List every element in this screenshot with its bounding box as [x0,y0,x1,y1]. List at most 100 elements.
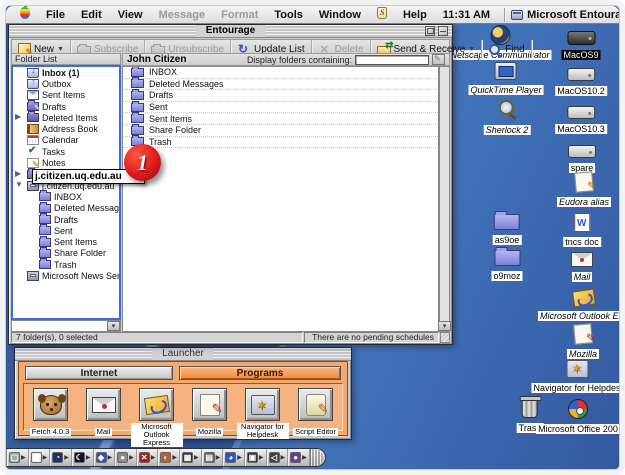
desktop-icon-macos9[interactable]: MacOS9 [561,31,600,63]
tab-internet[interactable]: Internet [25,366,173,380]
desktop-icon-sherlock-2[interactable]: Sherlock 2 [484,100,531,138]
sidebar-item-deleted-messages[interactable]: Deleted Messages [13,203,119,214]
folder-row-deleted-messages[interactable]: Deleted Messages [123,79,438,91]
sidebar-item-tasks[interactable]: Tasks [13,146,119,157]
desktop-icon-label: Microsoft Outlook Exp [538,311,625,321]
folder-row-inbox[interactable]: INBOX [123,67,438,79]
launcher-button-label: Microsoft Outlook Express [131,423,183,447]
menu-item-window[interactable]: Window [311,9,369,21]
outbox-icon [27,79,39,89]
desktop-icon-tncs-doc[interactable]: tncs doc [563,213,601,250]
desktop-icon-microsoft-outlook-exp[interactable]: Microsoft Outlook Exp [538,290,625,324]
control-strip-module-quicktime[interactable]: ◕▶ [223,449,245,466]
menu-item-apple[interactable] [12,7,38,22]
menu-item-edit[interactable]: Edit [73,9,110,21]
disclosure-triangle-icon[interactable]: ▼ [15,180,23,189]
sidebar-item-inbox[interactable]: INBOX [13,191,119,202]
menu-item-help[interactable]: Help [395,9,435,21]
dropdown-arrow-icon: ▼ [57,46,64,53]
control-strip-module-media-eject[interactable]: ●▶ [288,449,310,466]
desktop-icon-o9moz[interactable]: o9moz [491,250,522,284]
folder-list-hscroll[interactable]: ▾ [11,320,121,332]
zoom-box-button[interactable] [425,26,435,36]
control-strip-module-clock[interactable]: ◔▶ [50,449,72,466]
sidebar-item-trash[interactable]: Trash [13,259,119,270]
tab-programs[interactable]: Programs [179,366,341,380]
scroll-down-arrow[interactable]: ▾ [438,321,451,331]
filter-input[interactable] [355,55,429,65]
sidebar-item-drafts[interactable]: Drafts [13,214,119,225]
launcher-button-mail[interactable] [86,388,121,421]
desktop-icon-as9oe[interactable]: as9oe [493,214,522,248]
menu-divider [504,8,505,22]
filter-edit-button[interactable] [432,54,445,65]
control-strip-module-keychain[interactable]: ●▶ [115,449,137,466]
launcher-panel: Fetch 4.0.3MailMicrosoft Outlook Express… [23,383,343,431]
control-strip-module-display[interactable]: ▢▶ [7,449,29,466]
control-strip-tab[interactable] [310,449,323,466]
desktop-icon-eudora-alias[interactable]: Eudora alias [557,172,611,210]
folder-row-drafts[interactable]: Drafts [123,90,438,102]
control-strip-module-color-depth[interactable]: ◐▶ [158,449,180,466]
sidebar-item-address-book[interactable]: Address Book [13,123,119,134]
vertical-scrollbar[interactable]: ▾ [439,66,450,332]
sidebar-item-label: Microsoft News Server [42,271,121,281]
application-menu[interactable]: Microsoft Entourage [527,9,625,21]
disclosure-triangle-icon[interactable]: ▶ [15,112,21,121]
collapse-box-button[interactable] [438,26,448,36]
control-strip-module-resolution[interactable]: ▦▶ [180,449,202,466]
sidebar-item-outbox[interactable]: Outbox [13,78,119,89]
control-strip-module-file-sharing[interactable]: ◆▶ [94,449,116,466]
launcher-button-mozilla[interactable] [192,388,227,421]
folder-list-header: Folder List [11,53,121,65]
entourage-titlebar[interactable]: Entourage [9,25,452,38]
desktop-icon-navigator-for-helpdes[interactable]: Navigator for Helpdes [531,360,622,396]
sidebar-item-label: Share Folder [54,248,106,258]
desktop-icon-macos10-3[interactable]: MacOS10.3 [555,106,607,137]
folder-row-share-folder[interactable]: Share Folder [123,125,438,137]
sidebar-item-deleted-items[interactable]: ▶Deleted Items [13,112,119,123]
sidebar-item-share-folder[interactable]: Share Folder [13,248,119,259]
control-strip-module-monitors[interactable]: ▣▶ [245,449,267,466]
disclosure-triangle-icon[interactable]: ▶ [15,169,21,178]
desktop-icon-mozilla[interactable]: Mozilla [567,324,599,362]
launcher-button-fetch-4-0-3[interactable] [33,388,68,421]
sidebar-item-sent-items[interactable]: Sent Items [13,236,119,247]
control-strip-module-energy[interactable]: ☾▶ [72,449,94,466]
folder-row-trash[interactable]: Trash [123,137,438,149]
navigator-icon [566,360,588,378]
sidebar-item-microsoft-news-server[interactable]: Microsoft News Server [13,270,119,281]
sidebar-item-sent[interactable]: Sent [13,225,119,236]
menu-item-tools[interactable]: Tools [266,9,311,21]
control-strip-module-printer[interactable]: ▤▶ [202,449,224,466]
control-strip-grip[interactable] [0,449,7,466]
launcher-button-navigator-for-helpdesk[interactable] [245,388,280,421]
folder-row-label: Deleted Messages [149,79,224,89]
desktop-icon-microsoft-office-200[interactable]: Microsoft Office 200 [536,399,620,437]
launcher-titlebar[interactable]: Launcher [15,348,351,361]
mozilla-icon [573,323,593,344]
fetch-icon [40,395,62,415]
sidebar-item-inbox-1-[interactable]: Inbox (1) [13,67,119,78]
find-button[interactable]: Find [482,40,531,58]
folder-row-sent[interactable]: Sent [123,102,438,114]
desktop-icon-macos10-2[interactable]: MacOS10.2 [555,68,607,99]
folder-row-sent-items[interactable]: Sent Items [123,113,438,125]
launcher-button-script-editor[interactable] [298,388,333,421]
resize-grip[interactable] [440,332,450,343]
menu-item-file[interactable]: File [38,9,73,21]
menu-item-view[interactable]: View [110,9,151,21]
file-sharing-icon: ◆ [96,452,107,463]
control-strip-module-sound-volume[interactable]: ◁▶ [267,449,289,466]
desktop-icon-mail[interactable]: Mail [571,252,593,285]
office-icon [568,399,588,419]
scroll-down-arrow[interactable]: ▾ [107,321,120,331]
desktop-icon-quicktime-player[interactable]: QuickTime Player [469,62,544,98]
control-strip-module-window[interactable]: ▣▶ [29,449,51,466]
launcher-button-microsoft-outlook-express[interactable] [139,388,174,421]
control-strip-module-print-monitor[interactable]: ✕▶ [137,449,159,466]
sidebar-item-label: Inbox (1) [42,68,80,78]
menu-item-script[interactable] [369,7,395,22]
control-strip[interactable]: ▢▶▣▶◔▶☾▶◆▶●▶✕▶◐▶▦▶▤▶◕▶▣▶◁▶●▶ [0,448,326,467]
sidebar-item-label: Sent Items [54,237,97,247]
